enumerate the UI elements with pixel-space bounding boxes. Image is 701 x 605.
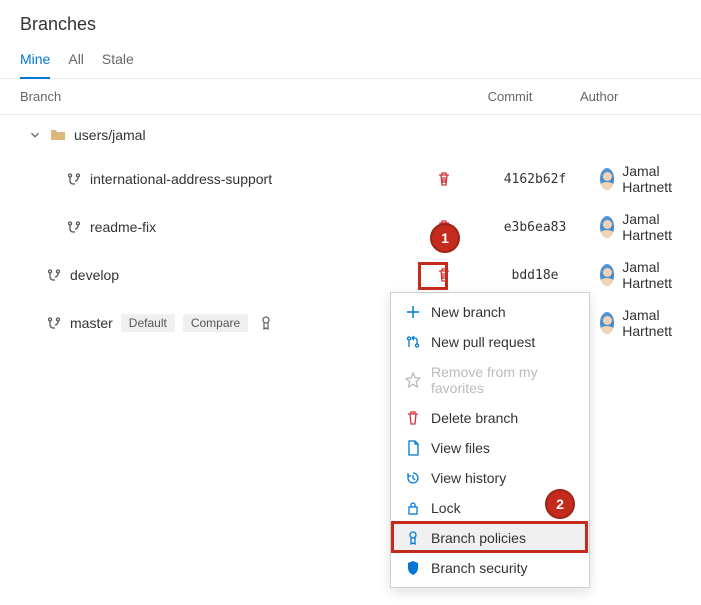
tabs: Mine All Stale — [0, 39, 701, 79]
avatar — [600, 216, 614, 238]
file-icon — [405, 440, 421, 456]
commit-hash[interactable]: e3b6ea83 — [490, 220, 580, 235]
column-header-row: Branch Commit Author — [0, 79, 701, 115]
menu-view-files[interactable]: View files — [391, 433, 589, 463]
branch-name: master — [70, 315, 113, 331]
column-header-author: Author — [570, 89, 681, 104]
menu-remove-favorite: Remove from my favorites — [391, 357, 589, 403]
menu-label: View history — [431, 470, 506, 486]
branch-row[interactable]: international-address-support 4162b62f J… — [0, 155, 701, 203]
avatar — [600, 168, 614, 190]
tab-all[interactable]: All — [68, 51, 84, 78]
author-name: Jamal Hartnett — [622, 307, 681, 339]
menu-label: Remove from my favorites — [431, 364, 575, 396]
branch-name: international-address-support — [90, 171, 272, 187]
commit-hash[interactable]: bdd18e — [490, 268, 580, 283]
menu-label: New branch — [431, 304, 506, 320]
menu-label: Branch security — [431, 560, 527, 576]
commit-hash[interactable]: 4162b62f — [490, 172, 580, 187]
folder-icon — [50, 127, 66, 143]
annotation-callout-2: 2 — [545, 489, 575, 519]
branch-icon — [46, 315, 62, 331]
branch-name: readme-fix — [90, 219, 156, 235]
lock-icon — [405, 500, 421, 516]
annotation-callout-1: 1 — [430, 223, 460, 253]
policy-icon — [405, 530, 421, 546]
column-header-branch: Branch — [20, 89, 420, 104]
compare-badge: Compare — [183, 314, 248, 332]
folder-row[interactable]: users/jamal — [0, 115, 701, 155]
menu-branch-policies[interactable]: Branch policies — [391, 523, 589, 553]
menu-label: New pull request — [431, 334, 535, 350]
trash-icon[interactable] — [436, 267, 452, 283]
page-title: Branches — [20, 14, 681, 35]
folder-name: users/jamal — [74, 127, 146, 143]
star-outline-icon — [405, 372, 421, 388]
avatar — [600, 312, 614, 334]
context-menu: New branch New pull request Remove from … — [390, 292, 590, 588]
author-name: Jamal Hartnett — [622, 259, 681, 291]
history-icon — [405, 470, 421, 486]
trash-icon[interactable] — [436, 171, 452, 187]
menu-label: Lock — [431, 500, 461, 516]
branch-icon — [46, 267, 62, 283]
author-name: Jamal Hartnett — [622, 211, 681, 243]
branch-name: develop — [70, 267, 119, 283]
menu-label: View files — [431, 440, 490, 456]
menu-branch-security[interactable]: Branch security — [391, 553, 589, 583]
menu-new-pull-request[interactable]: New pull request — [391, 327, 589, 357]
chevron-down-icon[interactable] — [28, 127, 42, 143]
tab-mine[interactable]: Mine — [20, 51, 50, 79]
column-header-commit: Commit — [450, 89, 570, 104]
menu-new-branch[interactable]: New branch — [391, 297, 589, 327]
trash-icon — [405, 410, 421, 426]
menu-delete-branch[interactable]: Delete branch — [391, 403, 589, 433]
tab-stale[interactable]: Stale — [102, 51, 134, 78]
policy-icon — [258, 315, 274, 331]
default-badge: Default — [121, 314, 175, 332]
branch-row[interactable]: master Default Compare 4162b62f Jamal Ha… — [0, 299, 701, 347]
shield-icon — [405, 560, 421, 576]
branch-icon — [66, 219, 82, 235]
menu-label: Delete branch — [431, 410, 518, 426]
branch-row[interactable]: readme-fix e3b6ea83 Jamal Hartnett — [0, 203, 701, 251]
branch-row[interactable]: develop bdd18e Jamal Hartnett — [0, 251, 701, 299]
author-name: Jamal Hartnett — [622, 163, 681, 195]
plus-icon — [405, 304, 421, 320]
pull-request-icon — [405, 334, 421, 350]
avatar — [600, 264, 614, 286]
branch-icon — [66, 171, 82, 187]
menu-label: Branch policies — [431, 530, 526, 546]
